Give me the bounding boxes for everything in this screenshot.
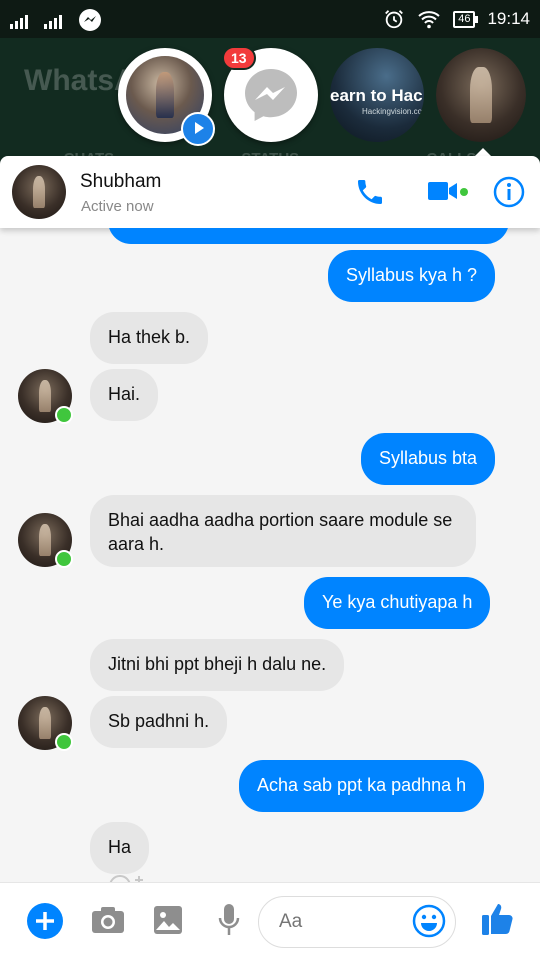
unread-badge: 13 bbox=[222, 46, 256, 70]
message-bubble[interactable]: Acha sab ppt ka padhna h bbox=[239, 760, 485, 812]
alarm-icon bbox=[385, 10, 404, 29]
contact-avatar[interactable] bbox=[12, 165, 66, 219]
camera-icon[interactable] bbox=[91, 905, 125, 935]
battery-icon: 46 bbox=[453, 10, 479, 28]
chat-head-story[interactable]: earn to Hac Hackingvision.com bbox=[330, 48, 424, 142]
status-bar: 46 19:14 bbox=[0, 0, 540, 38]
message-bubble[interactable]: Ha thek b. bbox=[90, 312, 209, 364]
active-status: Active now bbox=[81, 198, 154, 215]
message-bubble[interactable]: Ye kya chutiyapa h bbox=[304, 577, 491, 629]
messenger-icon bbox=[245, 69, 297, 121]
online-dot bbox=[55, 733, 73, 751]
online-dot bbox=[55, 550, 73, 568]
signal-icon bbox=[10, 11, 36, 29]
message-list[interactable]: Syllabus kya h ? Ha thek b. Hai. Syllabu… bbox=[0, 228, 540, 882]
play-icon[interactable] bbox=[181, 112, 215, 146]
info-icon[interactable] bbox=[493, 176, 525, 208]
avatar bbox=[436, 48, 526, 142]
like-icon[interactable] bbox=[480, 901, 516, 937]
online-dot bbox=[55, 406, 73, 424]
message-bubble[interactable]: Bhai aadha aadha portion saare module se… bbox=[90, 495, 476, 567]
online-dot bbox=[460, 188, 468, 196]
message-bubble[interactable]: Sb padhni h. bbox=[90, 696, 228, 748]
add-icon[interactable] bbox=[26, 902, 64, 940]
chat-head-shubham[interactable] bbox=[436, 48, 526, 142]
message-input[interactable] bbox=[277, 910, 421, 934]
contact-name[interactable]: Shubham bbox=[80, 171, 161, 193]
signal-icon bbox=[44, 11, 70, 29]
phone-icon[interactable] bbox=[354, 176, 386, 208]
message-bubble-partial[interactable] bbox=[108, 228, 509, 244]
story-text: earn to Hac bbox=[330, 86, 423, 105]
message-bubble[interactable]: Syllabus kya h ? bbox=[328, 250, 496, 302]
video-call-icon[interactable] bbox=[428, 180, 458, 202]
message-bubble[interactable]: Hai. bbox=[90, 369, 159, 421]
messenger-icon bbox=[79, 9, 101, 31]
microphone-icon[interactable] bbox=[217, 903, 241, 937]
wifi-icon bbox=[418, 11, 440, 29]
message-bubble[interactable]: Syllabus bta bbox=[361, 433, 496, 485]
add-reaction-icon[interactable] bbox=[108, 872, 148, 882]
message-bubble[interactable]: Ha bbox=[90, 822, 150, 874]
message-bubble[interactable]: Jitni bhi ppt bheji h dalu ne. bbox=[90, 639, 345, 691]
story-subtext: Hackingvision.com bbox=[362, 107, 424, 116]
gallery-icon[interactable] bbox=[153, 905, 183, 935]
emoji-icon[interactable] bbox=[412, 904, 446, 938]
clock: 19:14 bbox=[487, 9, 530, 28]
